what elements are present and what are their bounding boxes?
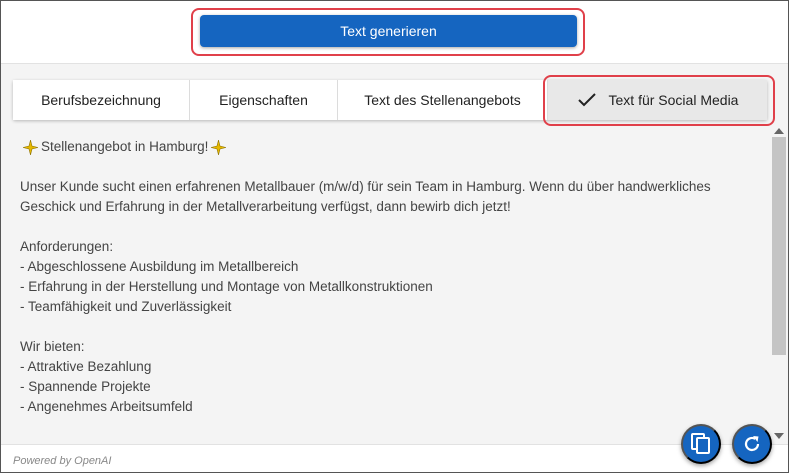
refresh-button[interactable] (732, 424, 772, 464)
list-item: - Abgeschlossene Ausbildung im Metallber… (20, 259, 299, 274)
text-paragraph: Unser Kunde sucht einen erfahrenen Metal… (20, 179, 711, 194)
headline-text: Stellenangebot in Hamburg! (41, 139, 209, 154)
generated-text: Stellenangebot in Hamburg! Unser Kunde s… (20, 137, 768, 442)
offers-title: Wir bieten: (20, 339, 85, 354)
list-item: - Spannende Projekte (20, 379, 151, 394)
sparkle-icon (211, 139, 227, 155)
list-item: - Attraktive Bezahlung (20, 359, 152, 374)
tab-job-title[interactable]: Berufsbezeichnung (13, 80, 190, 120)
tab-label: Text des Stellenangebots (364, 92, 521, 108)
requirements-title: Anforderungen: (20, 239, 114, 254)
generate-text-button[interactable]: Text generieren (200, 15, 577, 47)
tab-job-offer-text[interactable]: Text des Stellenangebots (338, 80, 548, 120)
copy-button[interactable] (681, 424, 721, 464)
powered-by-label: Powered by OpenAI (13, 455, 112, 467)
footer (1, 444, 788, 472)
sparkle-icon (23, 139, 38, 155)
scrollbar-thumb[interactable] (772, 137, 786, 355)
list-item: - Erfahrung in der Herstellung und Monta… (20, 279, 433, 294)
tab-bar: Berufsbezeichnung Eigenschaften Text des… (13, 80, 767, 120)
tab-label: Eigenschaften (219, 92, 308, 108)
refresh-icon (744, 436, 760, 452)
tab-properties[interactable]: Eigenschaften (190, 80, 338, 120)
tab-label: Text für Social Media (608, 92, 739, 108)
list-item: - Angenehmes Arbeitsumfeld (20, 399, 193, 414)
text-headline: Stellenangebot in Hamburg! (20, 137, 768, 157)
tab-label: Berufsbezeichnung (41, 92, 161, 108)
tab-social-media-text[interactable]: Text für Social Media (548, 80, 767, 120)
copy-icon (691, 433, 710, 454)
scroll-down-arrow[interactable] (774, 433, 784, 439)
scroll-up-arrow[interactable] (774, 128, 784, 134)
check-icon (577, 92, 597, 108)
text-paragraph: Geschick und Erfahrung in der Metallvera… (20, 199, 511, 214)
list-item: - Teamfähigkeit und Zuverlässigkeit (20, 299, 232, 314)
